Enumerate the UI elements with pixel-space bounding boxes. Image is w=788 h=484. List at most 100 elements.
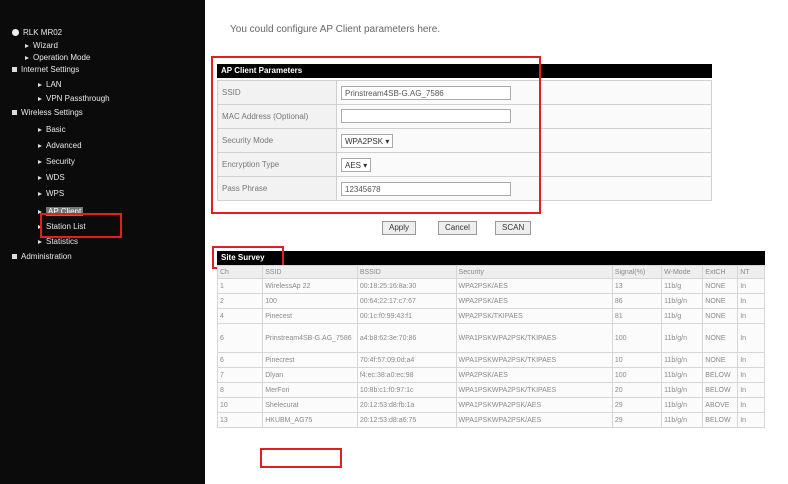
mac-label: MAC Address (Optional) xyxy=(217,104,337,129)
cell-bssid: 00:1c:f0:99:43:f1 xyxy=(356,308,457,324)
folder-icon xyxy=(12,67,17,73)
cell-ch: 13 xyxy=(216,412,264,428)
cell-wmode: 11b/g/n xyxy=(661,293,704,309)
ssid-input[interactable]: Prinstream4SB-G.AG_7586 xyxy=(341,85,511,100)
cell-security: WPA1PSKWPA2PSK/AES xyxy=(455,412,613,428)
survey-row[interactable]: 6 Prinstream4SB-G.AG_7586 a4:b8:62:3e:70:8… xyxy=(216,323,765,353)
sidebar-item-wps[interactable]: WPS xyxy=(38,189,64,199)
passphrase-label: Pass Phrase xyxy=(217,176,337,201)
cell-extch: BELOW xyxy=(702,412,739,428)
cell-nt: In xyxy=(737,412,765,428)
scan-button[interactable]: SCAN xyxy=(495,221,532,235)
cell-extch: NONE xyxy=(702,352,739,368)
cell-ssid: Pinecrest xyxy=(262,352,358,368)
sidebar-item-label: Station List xyxy=(46,222,86,231)
security-mode-select[interactable]: WPA2PSK ▾ xyxy=(341,133,394,148)
mac-row: MAC Address (Optional) xyxy=(217,104,712,129)
cell-ch: 7 xyxy=(216,367,264,383)
security-mode-value: WPA2PSK xyxy=(345,136,384,146)
sidebar-item-security[interactable]: Security xyxy=(38,157,75,167)
sidebar-item-label: Advanced xyxy=(46,141,82,150)
sidebar-item-label: Statistics xyxy=(46,237,79,246)
arrow-icon xyxy=(38,127,42,132)
site-survey-header: Site Survey xyxy=(217,251,765,265)
cell-bssid: 00:64:22:17:c7:67 xyxy=(356,293,457,309)
sidebar-item-wds[interactable]: WDS xyxy=(38,173,65,183)
cancel-button[interactable]: Cancel xyxy=(438,221,477,235)
ssid-label: SSID xyxy=(217,80,337,105)
cell-bssid: f4:ec:38:a0:ec:98 xyxy=(356,367,457,383)
globe-icon xyxy=(12,29,19,37)
sidebar-item-label: Wizard xyxy=(33,41,58,50)
arrow-icon xyxy=(38,209,42,214)
sidebar-item-wireless-settings[interactable]: Wireless Settings xyxy=(12,108,83,118)
sidebar-root[interactable]: RLK MR02 xyxy=(12,28,62,38)
cell-extch: BELOW xyxy=(702,382,739,398)
sidebar-item-lan[interactable]: LAN xyxy=(38,80,62,90)
security-label: Security Mode xyxy=(217,128,337,153)
cell-nt: In xyxy=(737,308,765,324)
cell-ch: 2 xyxy=(216,293,264,309)
sidebar-root-label: RLK MR02 xyxy=(23,28,63,37)
cell-wmode: 11b/g xyxy=(661,308,704,324)
mac-input[interactable] xyxy=(341,108,511,123)
sidebar-item-basic[interactable]: Basic xyxy=(38,125,66,135)
col-wmode: W-Mode xyxy=(661,265,704,279)
sidebar-item-label: Basic xyxy=(46,125,66,134)
page-intro: You could configure AP Client parameters… xyxy=(230,24,441,35)
sidebar-item-administration[interactable]: Administration xyxy=(12,252,72,262)
sidebar-item-label: Administration xyxy=(21,252,72,261)
sidebar-item-advanced[interactable]: Advanced xyxy=(38,141,82,151)
sidebar-item-operation-mode[interactable]: Operation Mode xyxy=(25,53,90,63)
cell-signal: 29 xyxy=(611,397,663,413)
sidebar-item-ap-client[interactable]: AP Client xyxy=(38,207,84,217)
arrow-icon xyxy=(25,55,29,60)
survey-row[interactable]: 1 WirelessAp 22 00:18:25:16:8a:30 WPA2PSK/A… xyxy=(216,278,765,294)
sidebar-item-station-list[interactable]: Station List xyxy=(38,222,86,232)
cell-extch: ABOVE xyxy=(702,397,739,413)
arrow-icon xyxy=(38,82,42,87)
cell-signal: 13 xyxy=(611,278,663,294)
survey-row[interactable]: 7 Dlyan f4:ec:38:a0:ec:98 WPA2PSK/AES 100 11b… xyxy=(216,367,765,383)
sidebar-item-label: WPS xyxy=(46,189,65,198)
cell-extch: NONE xyxy=(702,293,739,309)
cell-security: WPA2PSK/AES xyxy=(455,293,613,309)
survey-row[interactable]: 4 Pinecest 00:1c:f0:99:43:f1 WPA2PSK/TKIPAE… xyxy=(216,308,765,324)
cell-ch: 8 xyxy=(216,382,264,398)
highlight-selected-ssid xyxy=(260,448,342,468)
sidebar-item-wizard[interactable]: Wizard xyxy=(25,41,58,51)
cell-bssid: 20:12:53:d8:fb:1a xyxy=(356,397,457,413)
survey-row[interactable]: 13 HKUBM_AG75 20:12:53:d8:a6:75 WPA1PSKWPA2… xyxy=(216,412,765,428)
cell-wmode: 11b/g xyxy=(661,278,704,294)
sidebar-item-label: VPN Passthrough xyxy=(46,94,110,103)
cell-nt: In xyxy=(737,323,765,353)
cell-security: WPA2PSK/TKIPAES xyxy=(455,308,613,324)
passphrase-input[interactable]: 12345678 xyxy=(341,181,511,196)
apply-button[interactable]: Apply xyxy=(382,221,417,235)
sidebar-item-label: WDS xyxy=(46,173,65,182)
cell-ch: 6 xyxy=(216,323,264,353)
ap-client-header: AP Client Parameters xyxy=(217,64,712,78)
cell-ch: 10 xyxy=(216,397,264,413)
cell-wmode: 11b/g/n xyxy=(661,352,704,368)
survey-row[interactable]: 6 Pinecrest 70:4f:57:09:0d:a4 WPA1PSKWPA2PS… xyxy=(216,352,765,368)
cell-ssid: HKUBM_AG75 xyxy=(262,412,358,428)
sidebar-item-internet-settings[interactable]: Internet Settings xyxy=(12,65,79,75)
sidebar-item-vpn-passthrough[interactable]: VPN Passthrough xyxy=(38,94,110,104)
cell-ssid: WirelessAp 22 xyxy=(262,278,358,294)
cell-extch: NONE xyxy=(702,323,739,353)
arrow-icon xyxy=(25,43,29,48)
cell-signal: 100 xyxy=(611,323,663,353)
encryption-type-select[interactable]: AES ▾ xyxy=(341,157,372,172)
security-row: Security Mode WPA2PSK ▾ xyxy=(217,128,712,153)
survey-row[interactable]: 8 MerFori 10:8b:c1:f0:97:1c WPA1PSKWPA2PSK/… xyxy=(216,382,765,398)
cell-signal: 100 xyxy=(611,367,663,383)
ap-client-form: SSID Prinstream4SB-G.AG_7586 MAC Address… xyxy=(217,80,712,201)
col-ch: Ch xyxy=(216,265,264,279)
sidebar-item-statistics[interactable]: Statistics xyxy=(38,237,78,247)
cell-signal: 86 xyxy=(611,293,663,309)
survey-row[interactable]: 2 100 00:64:22:17:c7:67 WPA2PSK/AES 86 11b/g/… xyxy=(216,293,765,309)
survey-row[interactable]: 10 Shelecurat 20:12:53:d8:fb:1a WPA1PSKWPA2… xyxy=(216,397,765,413)
cell-ssid: Prinstream4SB-G.AG_7586 xyxy=(262,323,358,353)
col-ssid: SSID xyxy=(262,265,358,279)
